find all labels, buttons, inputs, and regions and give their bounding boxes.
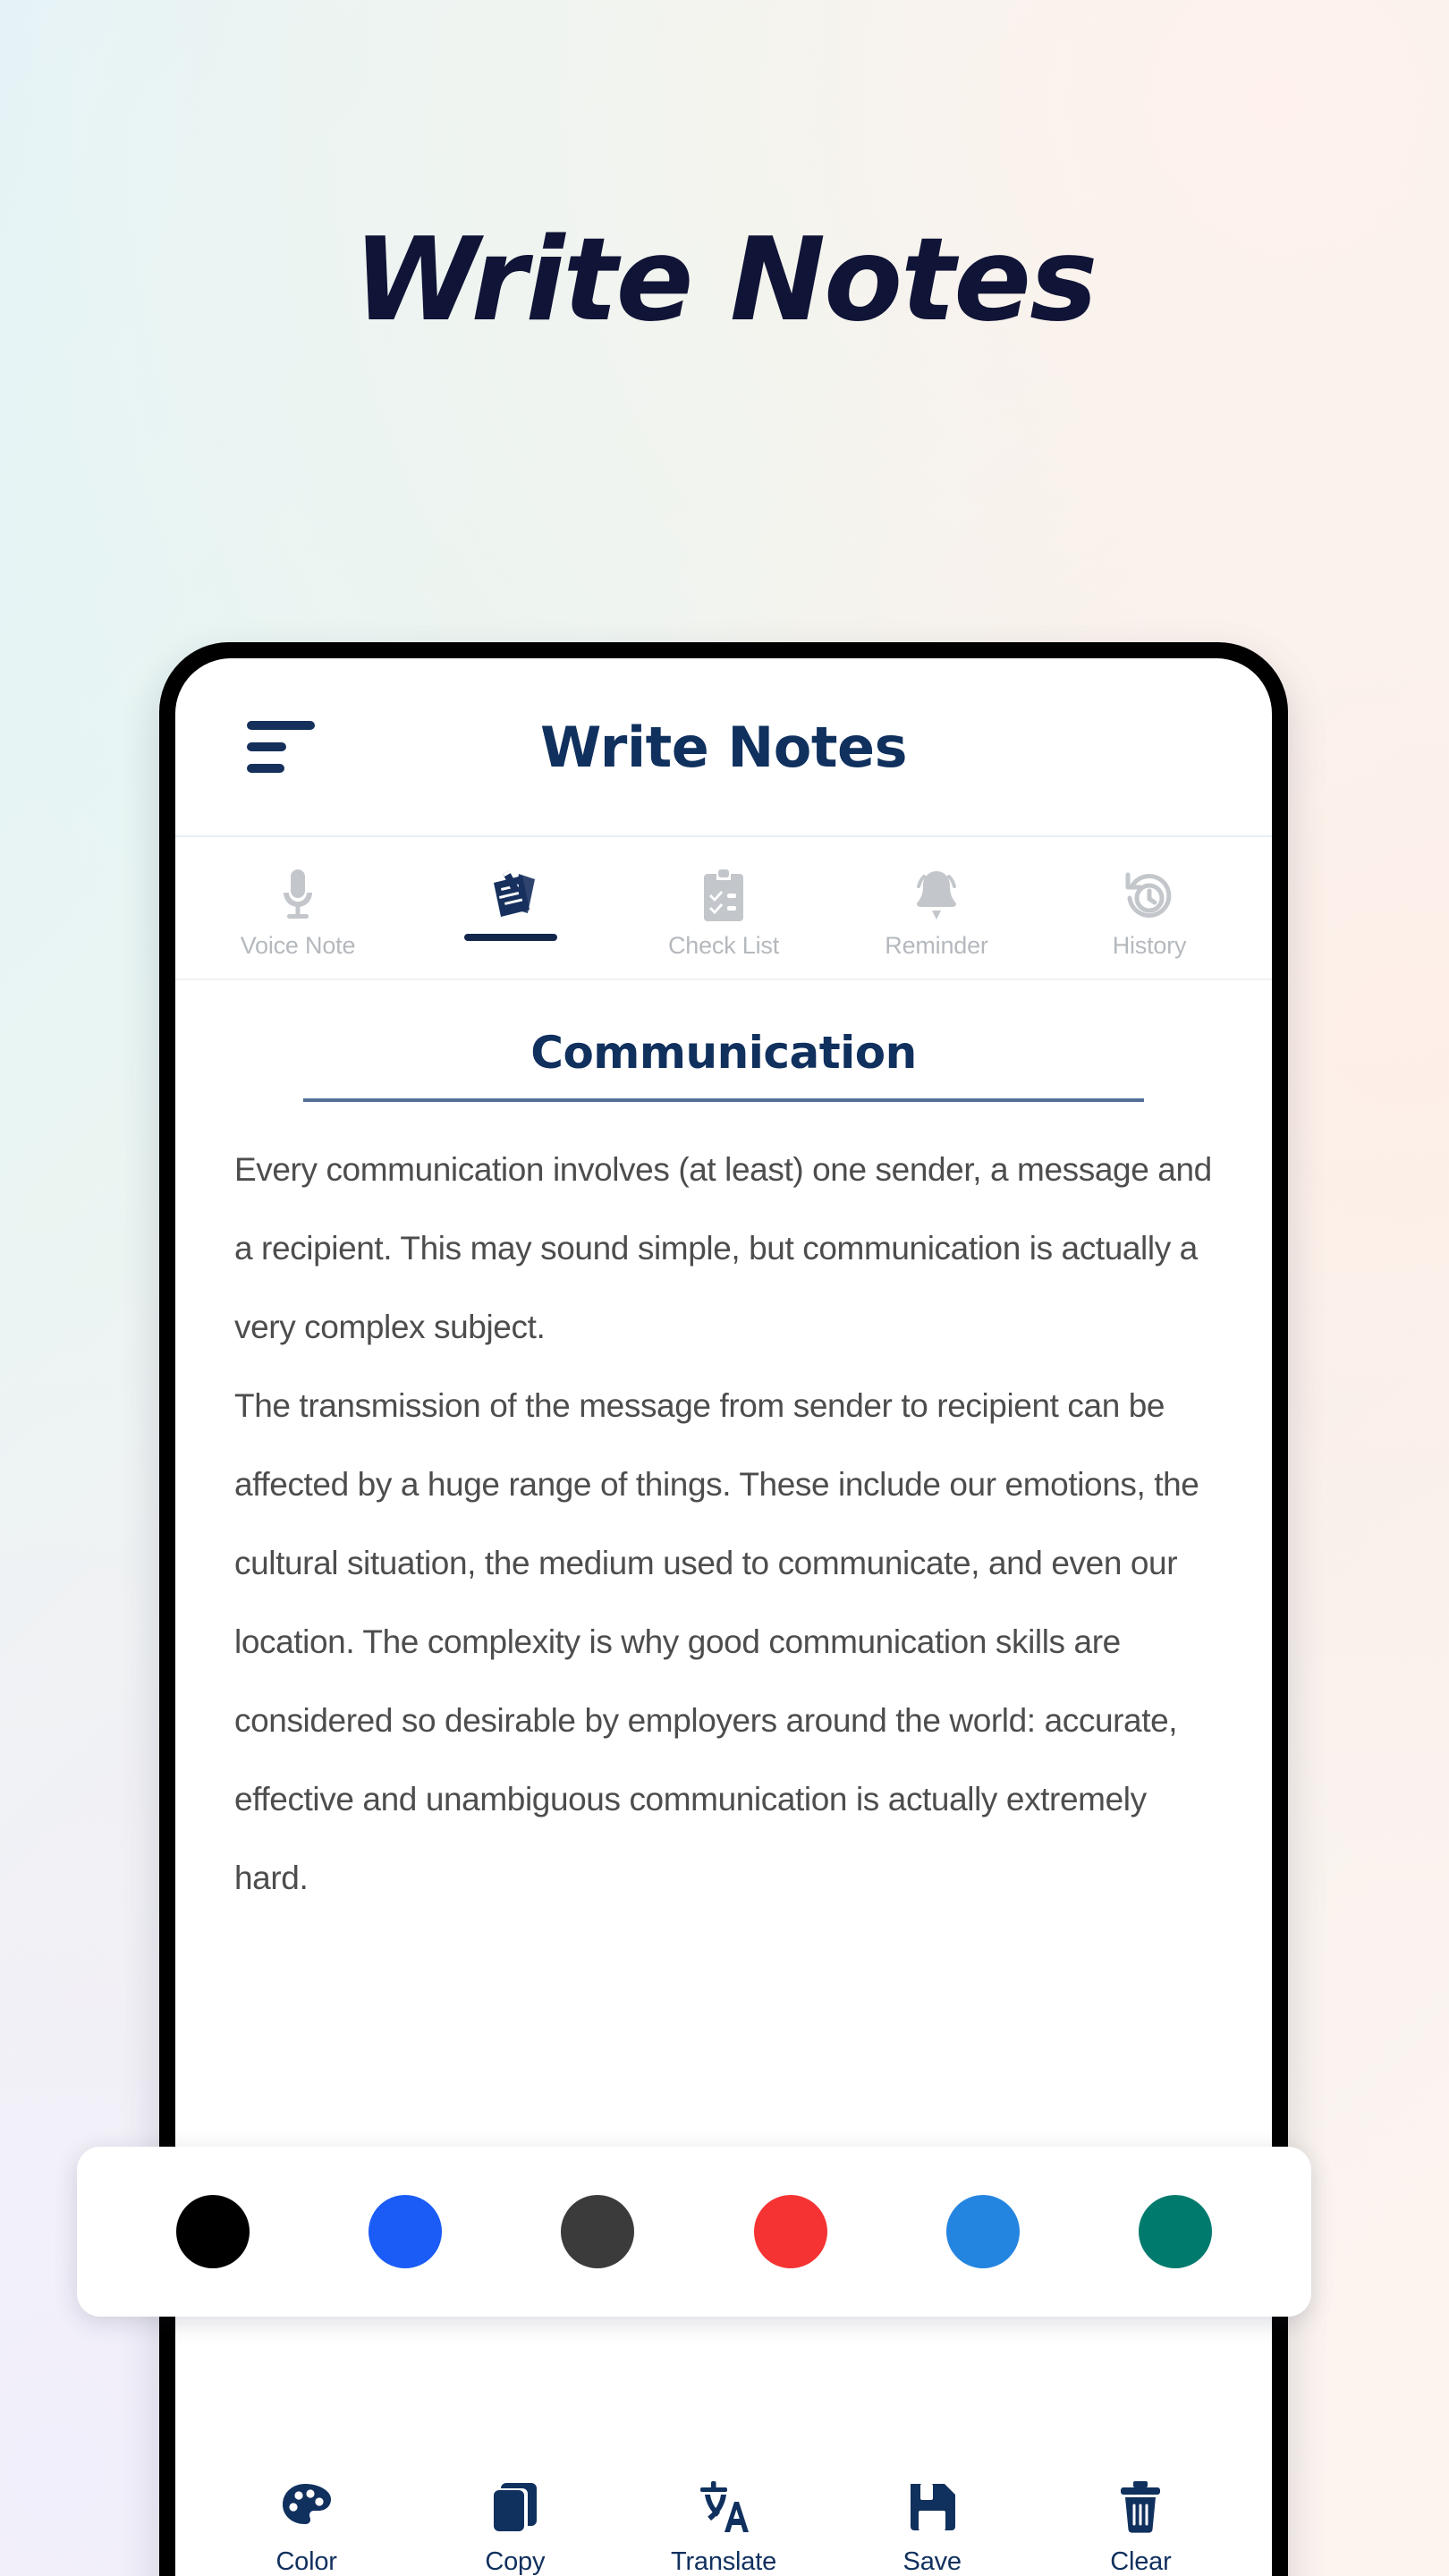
app-header: Write Notes [175,658,1272,837]
bell-icon [911,868,962,923]
color-swatch-blue[interactable] [368,2195,442,2268]
hamburger-menu-icon[interactable] [247,721,315,773]
color-swatch-dark-gray[interactable] [561,2195,635,2268]
tab-history[interactable]: History [1043,868,1256,960]
bottom-toolbar: Color Copy Translate Save Clear [175,2440,1272,2576]
tool-color[interactable]: Color [202,2478,411,2576]
clock-history-icon [1124,868,1174,923]
tool-copy[interactable]: Copy [411,2478,619,2576]
color-swatch-light-blue[interactable] [945,2195,1020,2268]
color-swatch-teal[interactable] [1139,2195,1213,2268]
tab-write-note[interactable] [404,868,617,941]
clipboard-checklist-icon [702,868,745,923]
tool-label: Color [275,2547,337,2576]
tool-label: Translate [671,2547,777,2576]
app-title: Write Notes [540,714,907,780]
tab-bar: Voice Note Check List Reminder History [175,837,1272,980]
note-area: Communication Every communication involv… [175,980,1272,1918]
tab-label: Voice Note [240,932,356,959]
tab-label: Check List [667,932,780,959]
tab-label: History [1112,932,1187,959]
note-body[interactable]: Every communication involves (at least) … [234,1131,1213,1918]
microphone-icon [278,868,318,923]
tool-save[interactable]: Save [828,2478,1037,2576]
tab-reminder[interactable]: Reminder [830,868,1043,960]
palette-icon [281,2478,333,2537]
color-swatch-black[interactable] [175,2195,250,2268]
tool-clear[interactable]: Clear [1037,2478,1245,2576]
color-swatch-red[interactable] [753,2195,827,2268]
tab-voice-note[interactable]: Voice Note [191,868,404,960]
note-paragraph: Every communication involves (at least) … [234,1151,1212,1345]
note-pencil-icon [483,868,538,923]
note-title[interactable]: Communication [234,1027,1213,1079]
floppy-save-icon [907,2478,957,2537]
trash-icon [1118,2478,1163,2537]
tool-label: Save [902,2547,962,2576]
hero-title: Write Notes [352,214,1098,347]
tool-translate[interactable]: Translate [619,2478,827,2576]
tab-check-list[interactable]: Check List [617,868,830,960]
tool-label: Clear [1110,2547,1172,2576]
tab-label: Reminder [885,932,988,959]
copy-icon [492,2478,538,2537]
note-title-divider [303,1098,1144,1102]
translate-icon [697,2478,750,2537]
tool-label: Copy [485,2547,546,2576]
active-tab-indicator [464,934,557,941]
color-palette-sheet [77,2147,1311,2317]
note-paragraph: The transmission of the message from sen… [234,1387,1199,1896]
